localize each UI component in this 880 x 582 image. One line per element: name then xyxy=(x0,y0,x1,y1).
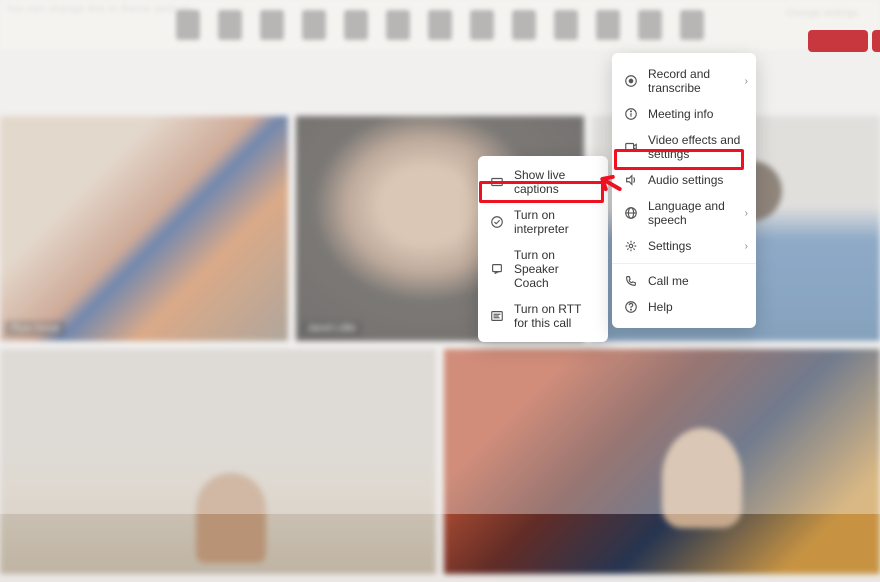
menu-label: Help xyxy=(648,300,673,314)
menu-label: Language and speech xyxy=(648,199,744,227)
meeting-toolbar xyxy=(0,0,880,50)
help-icon xyxy=(624,300,638,314)
chevron-right-icon: › xyxy=(745,241,748,252)
toolbar-button[interactable] xyxy=(470,10,494,40)
chevron-right-icon: › xyxy=(745,208,748,219)
toolbar-button[interactable] xyxy=(638,10,662,40)
submenu-rtt[interactable]: Turn on RTT for this call xyxy=(478,296,608,336)
toolbar-button[interactable] xyxy=(512,10,536,40)
toolbar-button[interactable] xyxy=(218,10,242,40)
menu-video-effects[interactable]: Video effects and settings xyxy=(612,127,756,167)
toolbar-button[interactable] xyxy=(680,10,704,40)
menu-help[interactable]: Help xyxy=(612,294,756,320)
submenu-interpreter[interactable]: Turn on interpreter xyxy=(478,202,608,242)
language-icon xyxy=(624,206,638,220)
menu-audio[interactable]: Audio settings xyxy=(612,167,756,193)
toolbar-button[interactable] xyxy=(302,10,326,40)
menu-settings[interactable]: Settings › xyxy=(612,233,756,259)
menu-label: Show live captions xyxy=(514,168,596,196)
video-effects-icon xyxy=(624,140,638,154)
menu-label: Meeting info xyxy=(648,107,713,121)
interpreter-icon xyxy=(490,215,504,229)
menu-language[interactable]: Language and speech › xyxy=(612,193,756,233)
menu-label: Settings xyxy=(648,239,691,253)
menu-label: Turn on interpreter xyxy=(514,208,596,236)
toolbar-button[interactable] xyxy=(596,10,620,40)
menu-divider xyxy=(612,263,756,264)
menu-meeting-info[interactable]: Meeting info xyxy=(612,101,756,127)
toolbar-button[interactable] xyxy=(344,10,368,40)
toolbar-button[interactable] xyxy=(386,10,410,40)
record-icon xyxy=(624,74,638,88)
toolbar-button[interactable] xyxy=(428,10,452,40)
menu-label: Audio settings xyxy=(648,173,723,187)
captions-icon: CC xyxy=(490,175,504,189)
menu-record[interactable]: Record and transcribe › xyxy=(612,61,756,101)
toolbar-button[interactable] xyxy=(176,10,200,40)
leave-button[interactable] xyxy=(808,30,868,52)
language-submenu: CC Show live captions Turn on interprete… xyxy=(478,156,608,342)
phone-icon xyxy=(624,274,638,288)
info-icon xyxy=(624,107,638,121)
menu-label: Call me xyxy=(648,274,689,288)
menu-label: Video effects and settings xyxy=(648,133,744,161)
svg-text:CC: CC xyxy=(494,180,500,185)
gear-icon xyxy=(624,239,638,253)
submenu-speaker-coach[interactable]: Turn on Speaker Coach xyxy=(478,242,608,296)
toolbar-button[interactable] xyxy=(554,10,578,40)
more-menu: Record and transcribe › Meeting info Vid… xyxy=(612,53,756,328)
rtt-icon xyxy=(490,309,504,323)
menu-call-me[interactable]: Call me xyxy=(612,268,756,294)
menu-label: Record and transcribe xyxy=(648,67,744,95)
submenu-captions[interactable]: CC Show live captions xyxy=(478,162,608,202)
speaker-coach-icon xyxy=(490,262,504,276)
menu-label: Turn on Speaker Coach xyxy=(514,248,596,290)
toolbar-button[interactable] xyxy=(260,10,284,40)
chevron-right-icon: › xyxy=(745,76,748,87)
menu-label: Turn on RTT for this call xyxy=(514,302,596,330)
